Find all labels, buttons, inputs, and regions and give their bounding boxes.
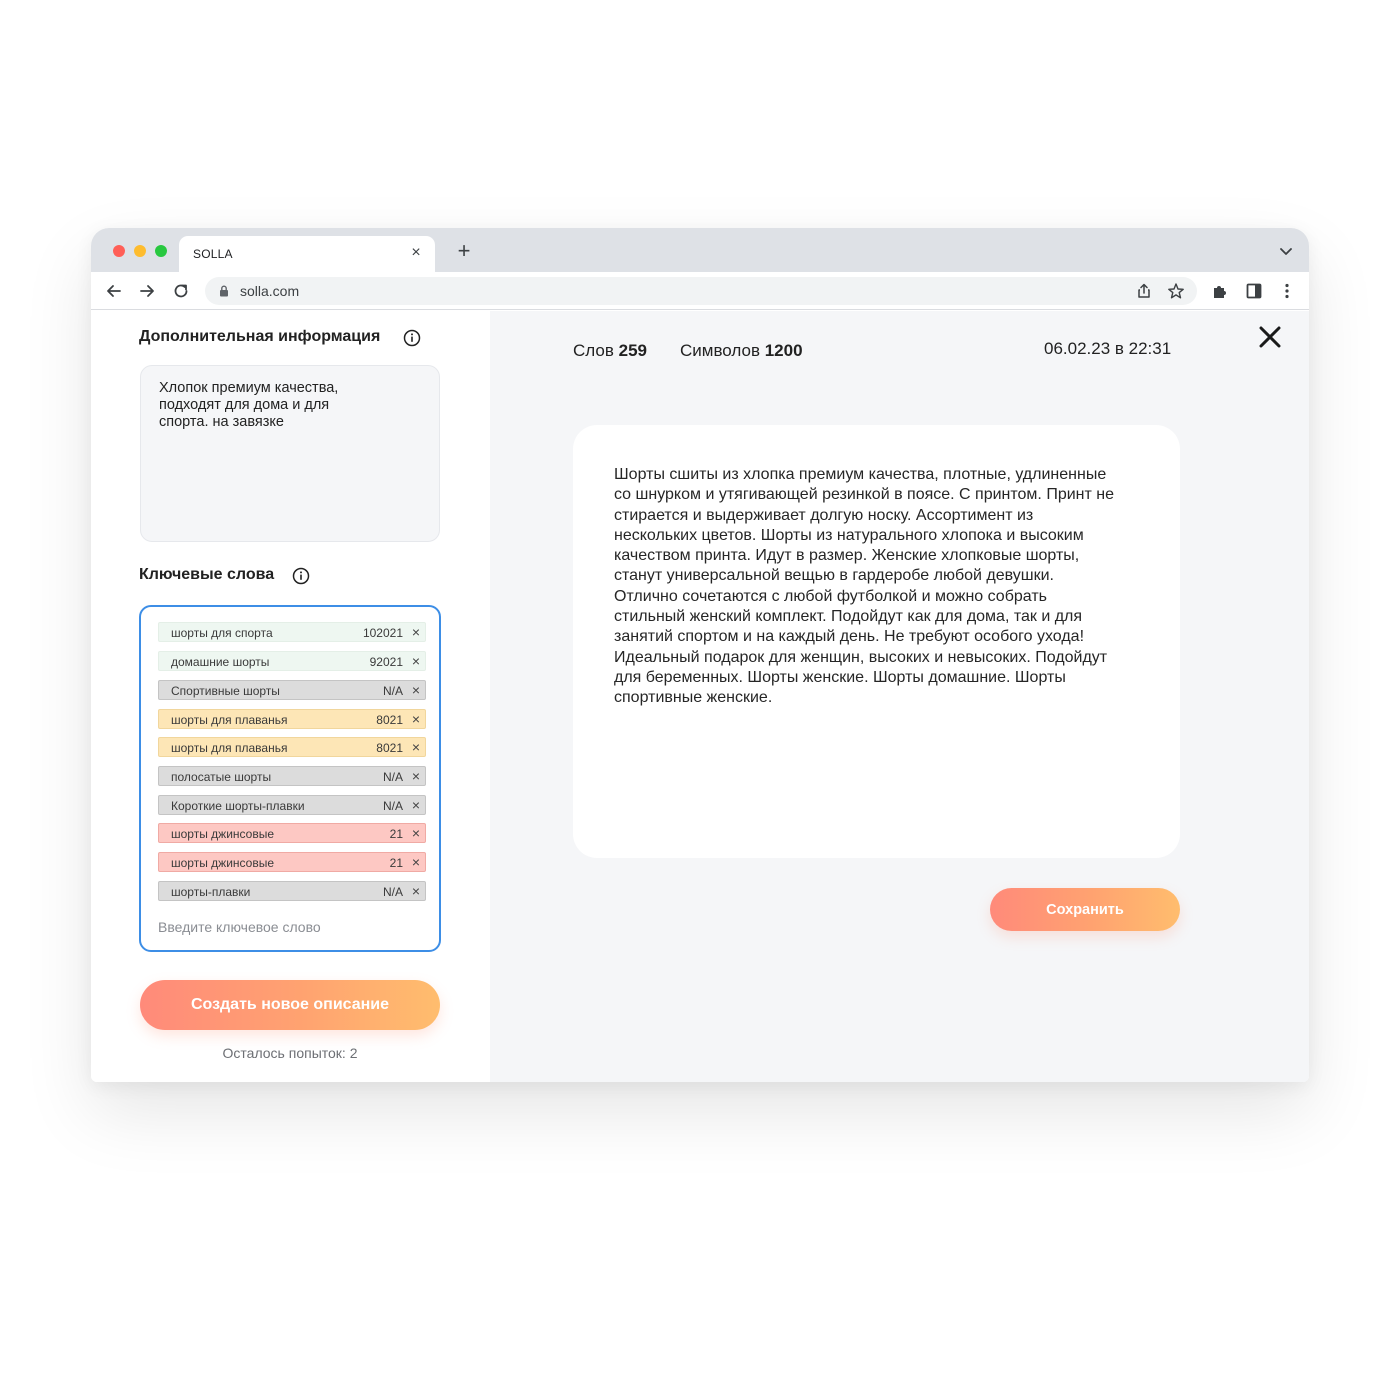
additional-info-textarea[interactable]: Хлопок премиум качества, подходят для до… [140,365,440,542]
keyword-chip: полосатые шорты N/A × [158,766,426,786]
keyword-chip: домашние шорты 92021 × [158,651,426,671]
description-card: Шорты сшиты из хлопка премиум качества, … [573,425,1180,858]
generation-datetime: 06.02.23 в 22:31 [1044,339,1172,358]
remove-keyword-x-icon[interactable]: × [412,797,420,813]
page-content: Дополнительная информация Хлопок премиум… [91,311,1309,1082]
keyword-label: Спортивные шорты [171,684,280,698]
keyword-frequency: N/A [382,799,403,813]
tab-title: SOLLA [193,247,233,261]
keyword-frequency: 8021 [376,741,403,755]
info-circle-icon[interactable] [292,567,310,585]
char-count-value: 1200 [764,341,803,360]
additional-info-title: Дополнительная информация [139,328,381,345]
char-count: Символов 1200 [680,341,803,361]
create-description-button[interactable]: Создать новое описание [140,980,440,1030]
window-maximize-dot[interactable] [155,245,167,257]
keyword-chip: Короткие шорты-плавки N/A × [158,795,426,815]
remove-keyword-x-icon[interactable]: × [412,682,420,698]
keyword-label: шорты-плавки [171,885,251,899]
keyword-chip: шорты для спорта 102021 × [158,622,426,642]
keyword-input[interactable] [158,917,418,937]
share-icon[interactable] [1135,282,1153,300]
close-icon[interactable] [1257,324,1283,350]
right-panel: Слов 259 Символов 1200 06.02.23 в 22:31 … [490,311,1309,1082]
save-button[interactable]: Сохранить [990,888,1180,931]
remove-keyword-x-icon[interactable]: × [412,711,420,727]
left-panel: Дополнительная информация Хлопок премиум… [91,311,490,1082]
tab-close-icon[interactable]: × [407,244,425,262]
keyword-chip: шорты для плаванья 8021 × [158,709,426,729]
extensions-puzzle-icon[interactable] [1210,281,1230,301]
keyword-frequency: N/A [382,684,403,698]
attempts-remaining: Осталось попыток: 2 [222,1045,358,1061]
keyword-label: полосатые шорты [171,770,272,784]
word-count: Слов 259 [573,341,647,361]
url-text: solla.com [240,283,300,299]
keyword-label: шорты для плаванья [171,741,288,755]
keywords-box[interactable]: шорты для спорта 102021 × домашние шорты… [139,605,441,952]
remove-keyword-x-icon[interactable]: × [412,825,420,841]
keyword-frequency: 92021 [369,655,403,669]
keywords-title: Ключевые слова [139,566,275,583]
window-minimize-dot[interactable] [134,245,146,257]
word-count-label: Слов [573,341,614,360]
chevron-down-icon[interactable] [1277,242,1295,260]
remove-keyword-x-icon[interactable]: × [412,854,420,870]
word-count-value: 259 [618,341,647,360]
browser-window: SOLLA × + solla.com Дополнительная инфор… [91,228,1309,1082]
bookmark-star-icon[interactable] [1167,282,1185,300]
keyword-frequency: 102021 [362,626,403,640]
keyword-frequency: 21 [389,827,403,841]
more-vertical-icon[interactable] [1277,281,1297,301]
remove-keyword-x-icon[interactable]: × [412,653,420,669]
window-close-dot[interactable] [113,245,125,257]
remove-keyword-x-icon[interactable]: × [412,739,420,755]
keyword-chip: шорты для плаванья 8021 × [158,737,426,757]
side-panel-icon[interactable] [1244,281,1264,301]
back-arrow-icon[interactable] [104,281,124,301]
new-tab-icon[interactable]: + [453,240,475,262]
info-circle-icon[interactable] [403,329,421,347]
keyword-frequency: 21 [389,856,403,870]
generated-description[interactable]: Шорты сшиты из хлопка премиум качества, … [614,465,1114,709]
keyword-chip: шорты-плавки N/A × [158,881,426,901]
tab-bar: SOLLA × + [91,228,1309,272]
browser-tab[interactable]: SOLLA × [179,236,435,272]
keyword-label: шорты джинсовые [171,856,275,870]
lock-icon [220,285,228,297]
address-bar[interactable]: solla.com [205,277,1197,305]
keyword-frequency: 8021 [376,713,403,727]
keyword-label: шорты джинсовые [171,827,275,841]
keyword-label: шорты для спорта [171,626,273,640]
char-count-label: Символов [680,341,760,360]
browser-toolbar: solla.com [91,272,1309,310]
reload-icon[interactable] [171,281,191,301]
keyword-label: домашние шорты [171,655,270,669]
keyword-chip: шорты джинсовые 21 × [158,823,426,843]
forward-arrow-icon[interactable] [137,281,157,301]
keyword-chip: Спортивные шорты N/A × [158,680,426,700]
keyword-frequency: N/A [382,885,403,899]
keyword-frequency: N/A [382,770,403,784]
keyword-label: шорты для плаванья [171,713,288,727]
remove-keyword-x-icon[interactable]: × [412,768,420,784]
keyword-chip: шорты джинсовые 21 × [158,852,426,872]
remove-keyword-x-icon[interactable]: × [412,624,420,640]
remove-keyword-x-icon[interactable]: × [412,883,420,899]
keyword-label: Короткие шорты-плавки [171,799,305,813]
